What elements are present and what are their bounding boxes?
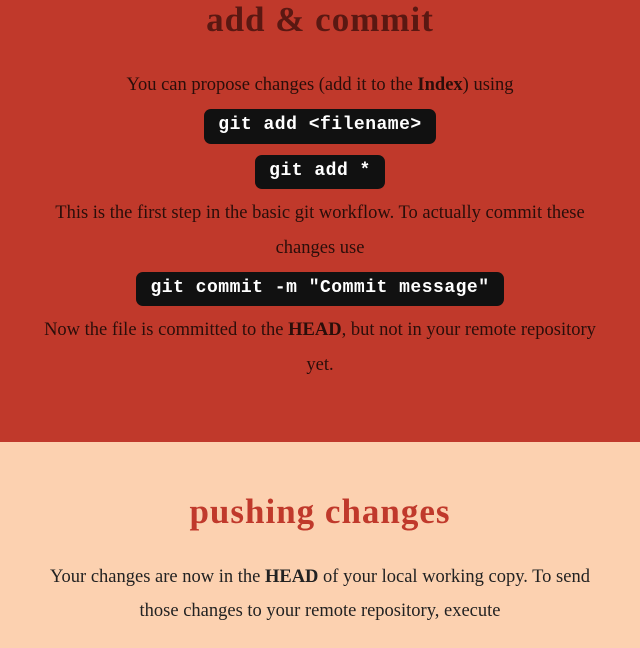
text: , but not in your remote repository yet.: [306, 320, 596, 374]
text: You can propose changes (add it to the: [126, 75, 417, 95]
add-commit-intro: You can propose changes (add it to the I…: [30, 68, 610, 102]
pushing-intro: Your changes are now in the HEAD of your…: [30, 560, 610, 628]
text: ) using: [463, 75, 514, 95]
text-bold-head: HEAD: [288, 320, 341, 340]
text-bold-head: HEAD: [265, 567, 318, 587]
text-bold-index: Index: [417, 75, 462, 95]
add-commit-head-text: Now the file is committed to the HEAD, b…: [30, 313, 610, 381]
code-git-add-filename: git add <filename>: [204, 109, 435, 144]
code-line: git add <filename>: [30, 105, 610, 148]
code-line: git commit -m "Commit message": [30, 268, 610, 311]
heading-add-commit: add & commit: [30, 0, 610, 40]
add-commit-workflow-text: This is the first step in the basic git …: [30, 196, 610, 264]
heading-pushing-changes: pushing changes: [30, 492, 610, 532]
text: Now the file is committed to the: [44, 320, 288, 340]
text: Your changes are now in the: [50, 567, 265, 587]
section-pushing-changes: pushing changes Your changes are now in …: [0, 442, 640, 648]
code-git-add-all: git add *: [255, 155, 385, 190]
code-git-commit: git commit -m "Commit message": [136, 272, 503, 307]
code-line: git add *: [30, 151, 610, 194]
section-add-commit: add & commit You can propose changes (ad…: [0, 0, 640, 442]
